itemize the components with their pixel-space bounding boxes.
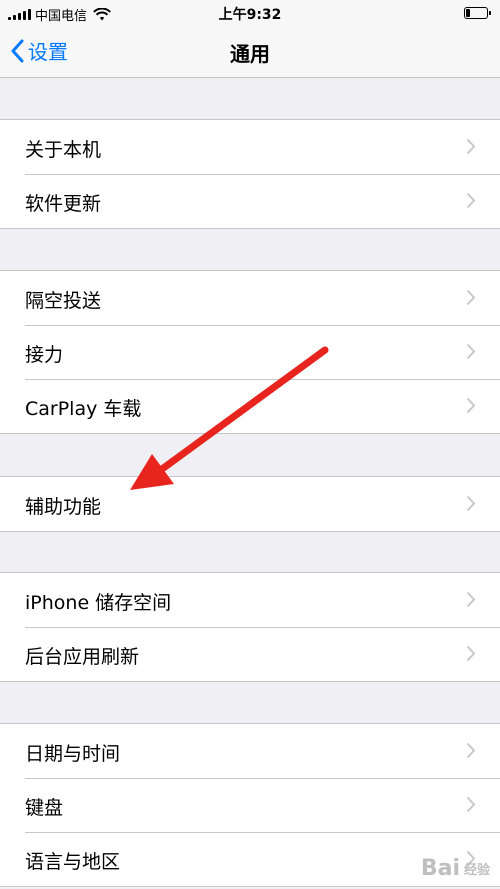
- chevron-right-icon: [466, 289, 476, 306]
- list-item-label: 日期与时间: [25, 743, 121, 765]
- list-item-label: iPhone 储存空间: [25, 592, 172, 614]
- chevron-right-icon: [466, 495, 476, 512]
- page-title: 通用: [230, 42, 270, 66]
- list-item-label: 语言与地区: [25, 851, 121, 873]
- chevron-right-icon: [466, 192, 476, 209]
- list-item-airdrop[interactable]: 隔空投送: [0, 271, 500, 325]
- chevron-right-icon: [466, 645, 476, 662]
- watermark-logo: Bai 经验: [421, 856, 490, 881]
- list-item-software-update[interactable]: 软件更新: [0, 174, 500, 228]
- chevron-right-icon: [466, 591, 476, 608]
- navigation-bar: 设置 通用: [0, 26, 500, 78]
- chevron-right-icon: [466, 138, 476, 155]
- list-item-handoff[interactable]: 接力: [0, 325, 500, 379]
- settings-group-connectivity: 隔空投送 接力 CarPlay 车载: [0, 270, 500, 434]
- list-item-label: 接力: [25, 344, 64, 366]
- watermark-sub: 经验: [463, 863, 490, 878]
- list-item-iphone-storage[interactable]: iPhone 储存空间: [0, 573, 500, 627]
- list-item-keyboard[interactable]: 键盘: [0, 778, 500, 832]
- list-item-label: 辅助功能: [25, 496, 102, 518]
- settings-group-accessibility: 辅助功能: [0, 476, 500, 532]
- watermark-brand: Bai: [420, 856, 460, 881]
- status-bar: 中国电信 上午9:32: [0, 0, 500, 26]
- list-item-label: 软件更新: [25, 193, 102, 215]
- list-item-label: 隔空投送: [25, 290, 102, 312]
- list-item-label: 关于本机: [25, 139, 102, 161]
- chevron-right-icon: [466, 742, 476, 759]
- list-item-date-time[interactable]: 日期与时间: [0, 724, 500, 778]
- battery-icon: [464, 7, 491, 19]
- list-item-label: 后台应用刷新: [25, 646, 140, 668]
- list-item-accessibility[interactable]: 辅助功能: [0, 477, 500, 531]
- status-time: 上午9:32: [218, 7, 282, 23]
- battery-level-fill: [466, 9, 470, 17]
- list-item-carplay[interactable]: CarPlay 车载: [0, 379, 500, 433]
- settings-group-about: 关于本机 软件更新: [0, 119, 500, 229]
- settings-group-storage: iPhone 储存空间 后台应用刷新: [0, 572, 500, 682]
- list-item-about[interactable]: 关于本机: [0, 120, 500, 174]
- list-item-background-app-refresh[interactable]: 后台应用刷新: [0, 627, 500, 681]
- chevron-right-icon: [466, 343, 476, 360]
- chevron-right-icon: [466, 397, 476, 414]
- chevron-right-icon: [466, 796, 476, 813]
- list-item-label: 键盘: [25, 797, 64, 819]
- list-item-label: CarPlay 车载: [25, 398, 142, 420]
